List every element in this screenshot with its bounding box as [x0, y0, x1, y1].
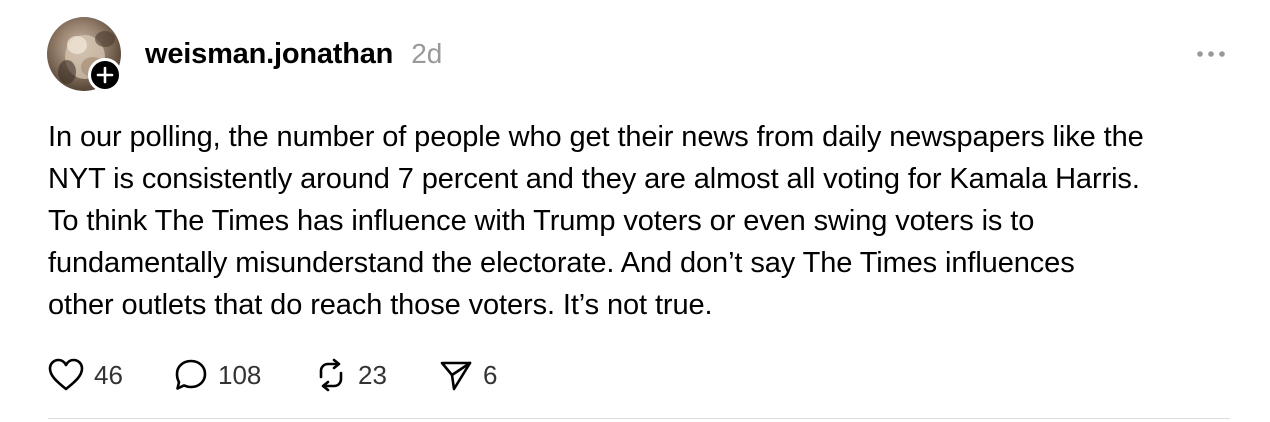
reply-count: 108 — [218, 359, 262, 390]
username-link[interactable]: weisman.jonathan — [145, 38, 393, 71]
post-actions: 46 108 23 6 — [48, 355, 519, 395]
post-body: In our polling, the number of people who… — [48, 121, 1144, 321]
follow-button[interactable] — [88, 58, 122, 92]
plus-icon — [96, 66, 114, 84]
more-options-button[interactable] — [1194, 42, 1228, 66]
like-button[interactable]: 46 — [48, 358, 174, 392]
thread-post: weisman.jonathan 2d In our polling, the … — [0, 0, 1270, 422]
like-count: 46 — [94, 359, 123, 390]
send-icon — [440, 361, 472, 391]
reply-button[interactable]: 108 — [174, 358, 314, 392]
share-count: 6 — [483, 359, 498, 390]
repost-count: 23 — [358, 359, 387, 390]
more-horizontal-icon — [1197, 51, 1225, 57]
repost-button[interactable]: 23 — [314, 358, 439, 392]
post-timestamp[interactable]: 2d — [411, 38, 442, 70]
heart-icon — [48, 358, 84, 391]
avatar-container — [47, 17, 125, 95]
repost-icon — [319, 358, 343, 392]
post-divider — [48, 418, 1230, 419]
share-button[interactable]: 6 — [439, 358, 519, 392]
post-header: weisman.jonathan 2d — [145, 34, 442, 74]
comment-icon — [175, 359, 207, 390]
